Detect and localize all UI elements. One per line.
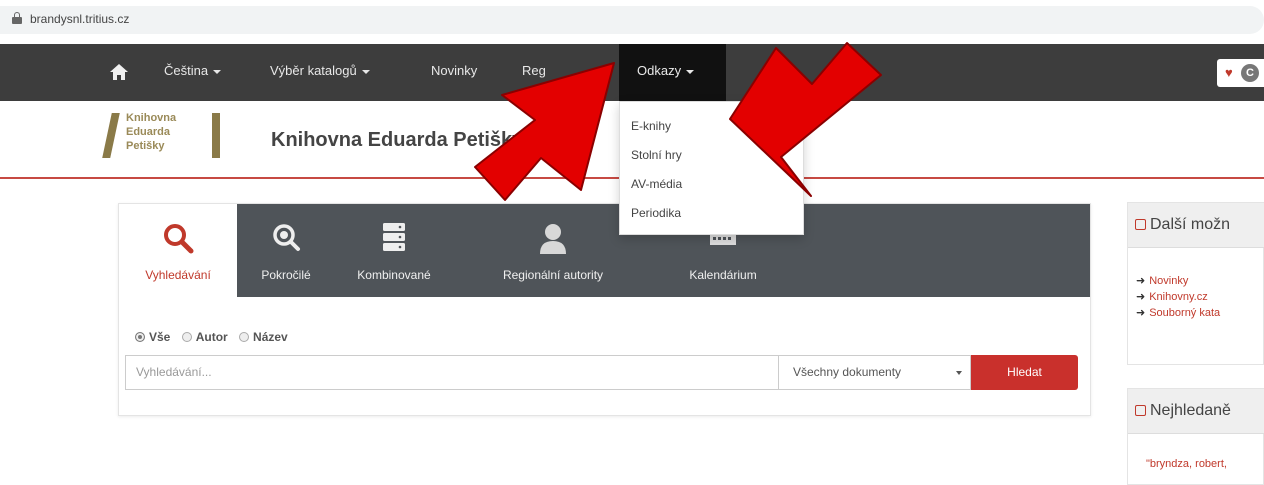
chevron-down-icon xyxy=(213,69,222,74)
expand-icon xyxy=(1135,219,1146,230)
tab-pokrocile[interactable]: Pokročilé xyxy=(237,204,335,297)
lock-icon xyxy=(12,12,22,24)
search-tabs: Vyhledávání Pokročilé Kombinované Region… xyxy=(119,204,1090,297)
tab-vyhledavani[interactable]: Vyhledávání xyxy=(119,204,237,297)
dropdown-item-stolni-hry[interactable]: Stolní hry xyxy=(631,148,682,162)
heart-icon: ♥ xyxy=(1225,65,1233,80)
home-icon[interactable] xyxy=(109,63,129,81)
sidebar-more-options: Další možn ➜ Novinky ➜ Knihovny.cz ➜ Soubor… xyxy=(1127,202,1264,365)
expand-icon xyxy=(1135,405,1146,416)
url-text[interactable]: brandysnl.tritius.cz xyxy=(30,12,129,26)
nav-odkazy[interactable]: Odkazy xyxy=(637,63,695,78)
chevron-down-icon xyxy=(686,69,695,74)
dropdown-item-eknihy[interactable]: E-knihy xyxy=(631,119,671,133)
user-badge: C xyxy=(1241,64,1259,82)
zoom-icon xyxy=(273,224,300,251)
most-searched-term[interactable]: "bryndza, robert, xyxy=(1146,458,1227,470)
nav-language[interactable]: Čeština xyxy=(164,63,222,78)
logo-bar-right xyxy=(212,113,220,158)
search-input[interactable]: Vyhledávání... xyxy=(125,355,778,390)
nav-novinky[interactable]: Novinky xyxy=(431,63,477,78)
search-icon xyxy=(164,224,194,254)
url-bar[interactable] xyxy=(0,6,1264,34)
sidebar-link-novinky[interactable]: ➜ Novinky xyxy=(1136,274,1188,287)
sidebar-link-souborny-katalog[interactable]: ➜ Souborný kata xyxy=(1136,306,1220,319)
person-icon xyxy=(540,224,566,254)
radio-vse[interactable]: Vše xyxy=(135,330,170,344)
arrow-right-icon: ➜ xyxy=(1136,307,1146,319)
browser-address-bar: brandysnl.tritius.cz xyxy=(0,0,1264,40)
document-type-select[interactable]: Všechny dokumenty xyxy=(778,355,971,390)
logo-bar-left xyxy=(102,113,120,158)
server-stack-icon xyxy=(383,223,405,251)
arrow-right-icon: ➜ xyxy=(1136,275,1146,287)
nav-catalog-select[interactable]: Výběr katalogů xyxy=(270,63,370,78)
radio-autor[interactable]: Autor xyxy=(181,330,228,344)
dropdown-item-av-media[interactable]: AV-média xyxy=(631,177,682,191)
top-navbar: Čeština Výběr katalogů Novinky Reg Odkaz… xyxy=(0,44,1264,101)
tab-kombinovane[interactable]: Kombinované xyxy=(335,204,453,297)
favorites-badge[interactable]: ♥ C xyxy=(1217,59,1264,87)
nav-regionalni[interactable]: Reg xyxy=(522,63,546,78)
sidebar-box-header: Nejhledaně xyxy=(1128,389,1264,434)
arrow-right-icon: ➜ xyxy=(1136,291,1146,303)
site-title[interactable]: Knihovna Eduarda Petišky xyxy=(271,129,523,152)
search-button[interactable]: Hledat xyxy=(971,355,1078,390)
radio-nazev[interactable]: Název xyxy=(239,330,288,344)
odkazy-dropdown: E-knihy Stolní hry AV-média Periodika xyxy=(619,101,804,235)
sidebar-box-header: Další možn xyxy=(1128,203,1264,248)
chevron-down-icon xyxy=(361,69,370,74)
sidebar-most-searched: Nejhledaně "bryndza, robert, xyxy=(1127,388,1264,485)
search-scope-radios: Vše Autor Název xyxy=(135,330,296,344)
library-logo[interactable]: Knihovna Eduarda Petišky xyxy=(126,111,206,153)
sidebar-link-knihovny[interactable]: ➜ Knihovny.cz xyxy=(1136,290,1208,303)
chevron-down-icon xyxy=(956,371,962,375)
dropdown-item-periodika[interactable]: Periodika xyxy=(631,206,681,220)
search-panel: Vyhledávání Pokročilé Kombinované Region… xyxy=(118,203,1091,416)
